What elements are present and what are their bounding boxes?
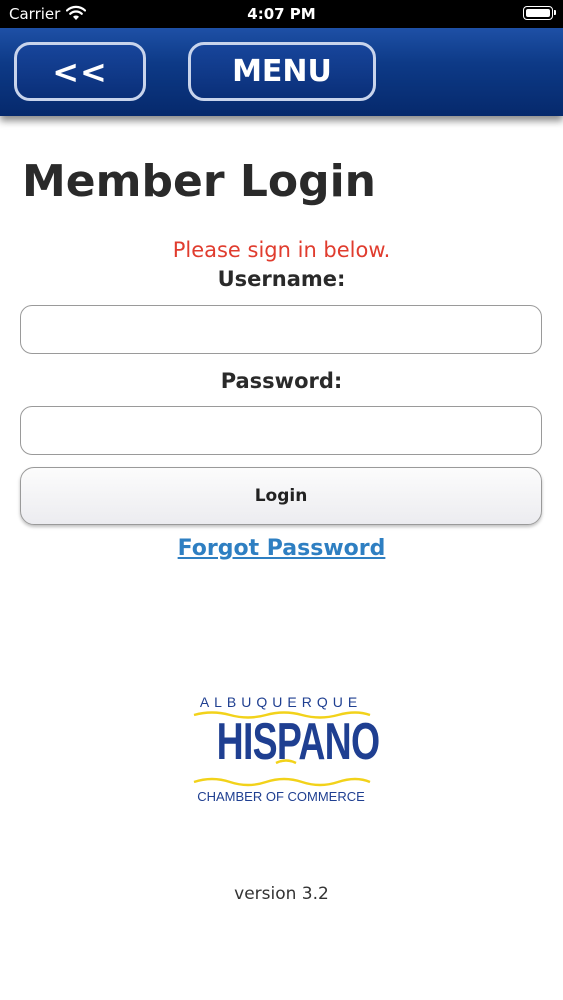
sign-in-prompt: Please sign in below. xyxy=(172,238,391,262)
login-button[interactable]: Login xyxy=(20,467,542,525)
password-field[interactable] xyxy=(20,406,542,455)
status-time: 4:07 PM xyxy=(247,5,316,23)
page-title: Member Login xyxy=(22,156,376,207)
battery-fill xyxy=(526,9,550,17)
password-label: Password: xyxy=(220,369,343,393)
chamber-logo: ALBUQUERQUE HISPANO CHAMBER OF COMMERCE xyxy=(190,690,380,808)
username-label: Username: xyxy=(217,267,346,291)
logo-main-text: HISPANO xyxy=(216,713,380,771)
battery-icon xyxy=(523,6,556,20)
username-field[interactable] xyxy=(20,305,542,354)
app-version: version 3.2 xyxy=(234,884,329,904)
logo-city-text: ALBUQUERQUE xyxy=(199,694,363,710)
status-bar: Carrier 4:07 PM xyxy=(0,0,563,28)
menu-button[interactable]: MENU xyxy=(188,42,376,101)
forgot-password-link[interactable]: Forgot Password xyxy=(0,536,563,561)
navigation-bar: << MENU xyxy=(0,28,563,116)
back-button[interactable]: << xyxy=(14,42,146,101)
logo-chamber-text: CHAMBER OF COMMERCE xyxy=(197,789,365,804)
